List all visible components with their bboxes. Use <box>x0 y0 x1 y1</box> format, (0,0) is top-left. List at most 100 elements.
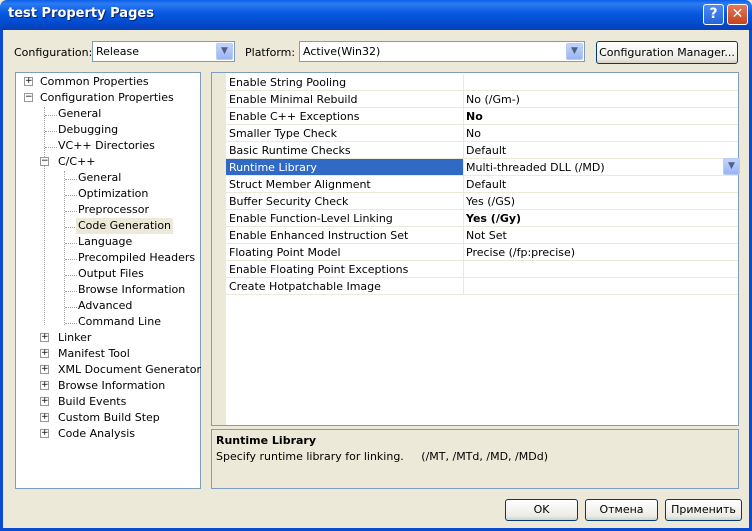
chevron-down-icon[interactable]: ▼ <box>216 43 233 60</box>
tree-item-label: General <box>58 107 102 120</box>
tree-item-code-analysis[interactable]: + Code Analysis <box>40 426 137 442</box>
configuration-manager-button[interactable]: Configuration Manager... <box>596 41 738 64</box>
close-button[interactable]: ✕ <box>727 4 748 25</box>
property-row[interactable]: Enable Floating Point Exceptions <box>226 261 738 278</box>
apply-button[interactable]: Применить <box>665 499 742 521</box>
platform-select[interactable]: Active(Win32) ▼ <box>299 41 585 62</box>
property-row[interactable]: Smaller Type Check No <box>226 125 738 142</box>
tree-item-language[interactable]: Language <box>76 234 134 250</box>
column-divider <box>463 244 464 260</box>
category-tree[interactable]: + Common Properties − Configuration Prop… <box>15 72 201 489</box>
property-value[interactable]: Default <box>466 144 506 157</box>
expand-icon[interactable]: + <box>40 333 49 342</box>
chevron-down-icon[interactable]: ▼ <box>723 158 740 175</box>
tree-item-xml-document-generator[interactable]: + XML Document Generator <box>40 362 203 378</box>
property-name: Enable Function-Level Linking <box>229 212 393 225</box>
tree-item-build-events[interactable]: + Build Events <box>40 394 128 410</box>
tree-item-c-cpp[interactable]: − C/C++ <box>40 154 98 170</box>
property-name: Create Hotpatchable Image <box>229 280 381 293</box>
tree-item-command-line[interactable]: Command Line <box>76 314 163 330</box>
tree-item-label: Code Generation <box>76 218 174 234</box>
tree-item-advanced[interactable]: Advanced <box>76 298 134 314</box>
tree-item-cpp-general[interactable]: General <box>76 170 123 186</box>
property-row[interactable]: Floating Point Model Precise (/fp:precis… <box>226 244 738 261</box>
tree-item-configuration-properties[interactable]: − Configuration Properties <box>24 90 176 106</box>
expand-icon[interactable]: + <box>40 365 49 374</box>
tree-item-label: C/C++ <box>58 155 96 168</box>
tree-item-precompiled-headers[interactable]: Precompiled Headers <box>76 250 197 266</box>
tree-item-label: Optimization <box>78 187 149 200</box>
property-name: Enable String Pooling <box>229 76 347 89</box>
tree-item-label: Command Line <box>78 315 161 328</box>
property-grid[interactable]: Enable String Pooling Enable Minimal Reb… <box>211 72 740 426</box>
expand-icon[interactable]: + <box>40 397 49 406</box>
tree-item-common-properties[interactable]: + Common Properties <box>24 74 151 90</box>
tree-guide-line <box>44 107 45 325</box>
property-row[interactable]: Create Hotpatchable Image <box>226 278 738 295</box>
tree-item-label: Advanced <box>78 299 133 312</box>
property-row[interactable]: Buffer Security Check Yes (/GS) <box>226 193 738 210</box>
property-row[interactable]: Enable C++ Exceptions No <box>226 108 738 125</box>
collapse-icon[interactable]: − <box>24 93 33 102</box>
description-text: Specify runtime library for linking. (/M… <box>216 450 548 463</box>
property-row[interactable]: Basic Runtime Checks Default <box>226 142 738 159</box>
help-icon: ? <box>709 6 718 22</box>
property-row[interactable]: Enable Enhanced Instruction Set Not Set <box>226 227 738 244</box>
property-name: Enable C++ Exceptions <box>229 110 360 123</box>
ok-button[interactable]: OK <box>505 499 578 521</box>
tree-item-label: Precompiled Headers <box>78 251 196 264</box>
property-value[interactable]: No <box>466 110 483 123</box>
tree-item-optimization[interactable]: Optimization <box>76 186 150 202</box>
property-value[interactable]: Multi-threaded DLL (/MD) <box>466 161 605 174</box>
tree-item-label: Browse Information <box>78 283 186 296</box>
property-value[interactable]: Yes (/GS) <box>466 195 515 208</box>
configuration-select[interactable]: Release ▼ <box>92 41 235 62</box>
tree-item-label: General <box>78 171 122 184</box>
property-name: Enable Floating Point Exceptions <box>229 263 409 276</box>
expand-icon[interactable]: + <box>40 413 49 422</box>
property-value[interactable]: No (/Gm-) <box>466 93 520 106</box>
property-value[interactable]: Not Set <box>466 229 507 242</box>
property-row[interactable]: Enable Function-Level Linking Yes (/Gy) <box>226 210 738 227</box>
collapse-icon[interactable]: − <box>40 157 49 166</box>
tree-item-manifest-tool[interactable]: + Manifest Tool <box>40 346 132 362</box>
tree-item-label: Browse Information <box>58 379 166 392</box>
tree-item-debugging[interactable]: Debugging <box>56 122 120 138</box>
property-value[interactable]: Default <box>466 178 506 191</box>
tree-item-browse-information[interactable]: + Browse Information <box>40 378 167 394</box>
help-button[interactable]: ? <box>703 4 724 25</box>
platform-value: Active(Win32) <box>303 45 381 58</box>
property-value[interactable]: No <box>466 127 481 140</box>
tree-item-linker[interactable]: + Linker <box>40 330 93 346</box>
property-value[interactable]: Precise (/fp:precise) <box>466 246 575 259</box>
property-name: Floating Point Model <box>229 246 341 259</box>
tree-item-label: Code Analysis <box>58 427 135 440</box>
property-value[interactable]: Yes (/Gy) <box>466 212 521 225</box>
expand-icon[interactable]: + <box>40 429 49 438</box>
tree-item-label: Output Files <box>78 267 144 280</box>
chevron-down-icon[interactable]: ▼ <box>566 43 583 60</box>
platform-label: Platform: <box>245 46 296 59</box>
tree-item-preprocessor[interactable]: Preprocessor <box>76 202 151 218</box>
expand-icon[interactable]: + <box>40 349 49 358</box>
description-title: Runtime Library <box>216 434 317 447</box>
tree-item-custom-build-step[interactable]: + Custom Build Step <box>40 410 162 426</box>
tree-item-cpp-browse-information[interactable]: Browse Information <box>76 282 187 298</box>
tree-item-general[interactable]: General <box>56 106 103 122</box>
tree-item-code-generation[interactable]: Code Generation <box>76 218 174 234</box>
property-row[interactable]: Enable String Pooling <box>226 74 738 91</box>
tree-item-output-files[interactable]: Output Files <box>76 266 146 282</box>
tree-item-vc-directories[interactable]: VC++ Directories <box>56 138 157 154</box>
cancel-button[interactable]: Отмена <box>585 499 658 521</box>
tree-item-label: Preprocessor <box>78 203 150 216</box>
grid-gutter <box>212 73 226 425</box>
property-row[interactable]: Enable Minimal Rebuild No (/Gm-) <box>226 91 738 108</box>
property-row-selected[interactable]: Runtime Library Multi-threaded DLL (/MD)… <box>226 158 740 176</box>
title-bar: test Property Pages ? ✕ <box>0 0 752 30</box>
property-row[interactable]: Struct Member Alignment Default <box>226 176 738 193</box>
expand-icon[interactable]: + <box>24 77 33 86</box>
description-pane: Runtime Library Specify runtime library … <box>211 429 739 489</box>
window-border-left <box>0 30 3 531</box>
expand-icon[interactable]: + <box>40 381 49 390</box>
runtime-library-dropdown[interactable]: ▼ <box>722 158 740 176</box>
